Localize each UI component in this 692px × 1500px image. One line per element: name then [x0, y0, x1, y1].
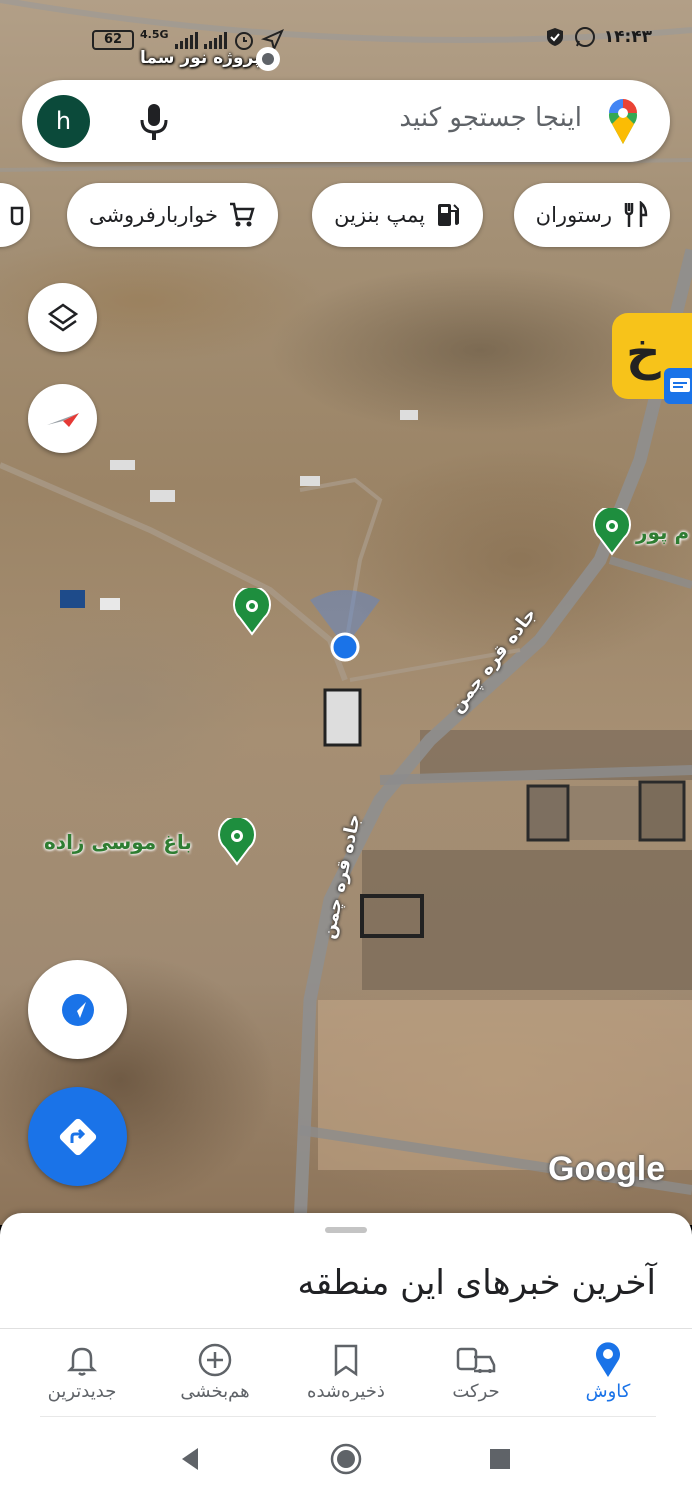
nav-label: ذخیره‌شده [307, 1381, 385, 1402]
bookmark-icon [334, 1344, 358, 1377]
google-logo: Google [548, 1150, 666, 1188]
nav-go[interactable]: حرکت [416, 1339, 536, 1402]
commute-icon [456, 1347, 496, 1373]
divider [40, 1416, 656, 1417]
location-pin-icon [596, 1342, 620, 1377]
nav-label: هم‌بخشی [180, 1381, 250, 1402]
nav-explore[interactable]: کاوش [548, 1339, 668, 1402]
layers-icon [47, 302, 78, 332]
signal-icon [174, 31, 198, 49]
directions-button[interactable] [28, 1087, 127, 1186]
chip-label: خواربارفروشی [88, 203, 218, 227]
bell-icon [67, 1347, 97, 1376]
gas-station-icon [438, 204, 459, 226]
chip-label: رستوران [535, 203, 612, 227]
poi-label[interactable]: باغ موسی زاده [44, 830, 192, 854]
chip-label: پمپ بنزین [334, 203, 425, 227]
battery-icon: 62 [92, 30, 134, 50]
back-icon[interactable] [178, 1446, 202, 1472]
my-location-button[interactable] [28, 960, 127, 1059]
microphone-icon[interactable] [134, 100, 174, 144]
navigation-icon [61, 993, 94, 1026]
coffee-icon [10, 206, 24, 226]
layers-button[interactable] [28, 283, 97, 352]
chip-grocery[interactable]: خواربارفروشی [66, 183, 278, 247]
search-bar[interactable]: h اینجا جستجو کنید [22, 80, 670, 162]
poi-garden-pin[interactable] [217, 818, 257, 866]
add-circle-icon [198, 1343, 232, 1377]
poi-garden-pin[interactable] [232, 588, 272, 636]
compass-icon [46, 412, 79, 427]
avatar[interactable]: h [37, 95, 90, 148]
sheet-title: آخرین خبرهای این منطقه [297, 1263, 656, 1303]
poi-label[interactable]: م پور [636, 520, 689, 544]
chip-gas-station[interactable]: پمپ بنزین [312, 183, 483, 247]
nav-label: کاوش [585, 1381, 631, 1402]
nav-saved[interactable]: ذخیره‌شده [286, 1339, 406, 1402]
nav-contribute[interactable]: هم‌بخشی [155, 1339, 275, 1402]
status-bar: 62 4.5G ۱۴:۴۳ [0, 20, 692, 71]
nav-label: جدیدترین [47, 1381, 117, 1402]
google-maps-logo-icon [609, 99, 637, 144]
status-time: ۱۴:۴۳ [603, 27, 652, 47]
shield-icon [546, 28, 563, 46]
compass-button[interactable] [28, 384, 97, 453]
whatsapp-icon [574, 27, 595, 47]
chip-restaurant[interactable]: رستوران [513, 183, 670, 247]
bottom-sheet[interactable]: آخرین خبرهای این منطقه [0, 1213, 692, 1328]
home-icon[interactable] [329, 1442, 363, 1476]
nav-label: حرکت [452, 1381, 500, 1402]
shopping-cart-icon [230, 202, 255, 227]
drag-handle[interactable] [325, 1227, 367, 1233]
location-target-icon [256, 47, 280, 71]
system-navigation-bar [0, 1418, 692, 1500]
signal-icon [203, 31, 227, 49]
directions-icon [59, 1118, 96, 1155]
message-icon[interactable] [664, 368, 692, 404]
alarm-icon [234, 32, 253, 50]
poi-garden-pin[interactable] [592, 508, 632, 556]
recents-icon[interactable] [488, 1447, 512, 1471]
restaurant-icon [624, 201, 648, 227]
nav-updates[interactable]: جدیدترین [22, 1339, 142, 1402]
search-input[interactable]: اینجا جستجو کنید [399, 103, 582, 133]
network-type: 4.5G [140, 27, 169, 41]
bottom-navigation: کاوش حرکت ذخیره‌شده هم‌بخشی جدیدترین [0, 1328, 692, 1418]
